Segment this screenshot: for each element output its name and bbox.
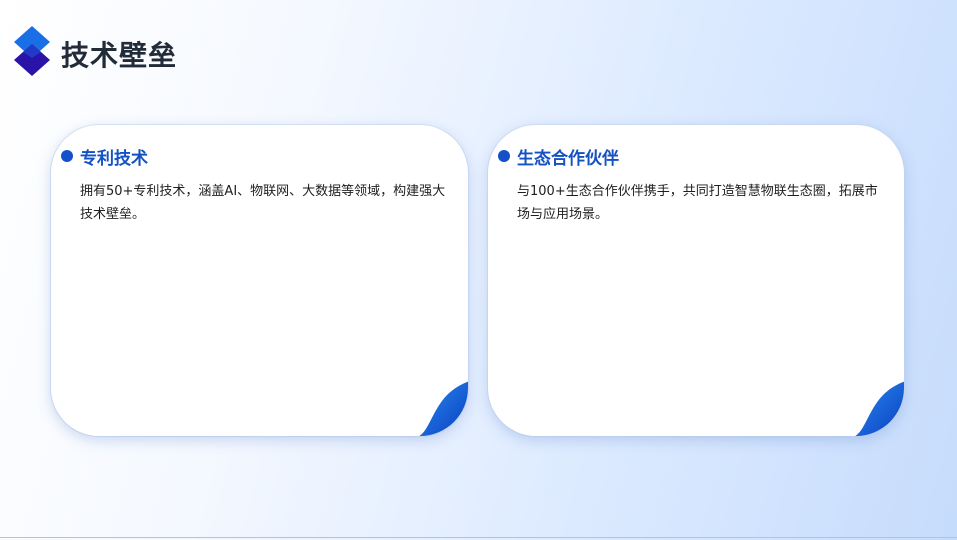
bullet-dot-icon [498, 150, 510, 162]
page-curl-icon [852, 380, 904, 436]
card-title: 生态合作伙伴 [517, 148, 619, 169]
bottom-divider [0, 537, 957, 538]
page-title: 技术壁垒 [61, 39, 178, 72]
page-curl-icon [416, 380, 468, 436]
card-body-text: 与100+生态合作伙伴携手，共同打造智慧物联生态圈，拓展市场与应用场景。 [517, 184, 878, 222]
card-ecosystem-partners: 生态合作伙伴 与100+生态合作伙伴携手，共同打造智慧物联生态圈，拓展市场与应用… [488, 125, 904, 436]
bullet-dot-icon [61, 150, 73, 162]
card-body-text: 拥有50+专利技术，涵盖AI、物联网、大数据等领域，构建强大技术壁垒。 [80, 184, 446, 222]
card-header: 生态合作伙伴 [498, 145, 619, 169]
logo-icon [12, 24, 54, 80]
card-patent-technology: 专利技术 拥有50+专利技术，涵盖AI、物联网、大数据等领域，构建强大技术壁垒。 [51, 125, 468, 436]
card-header: 专利技术 [61, 145, 148, 169]
card-title: 专利技术 [80, 148, 148, 169]
